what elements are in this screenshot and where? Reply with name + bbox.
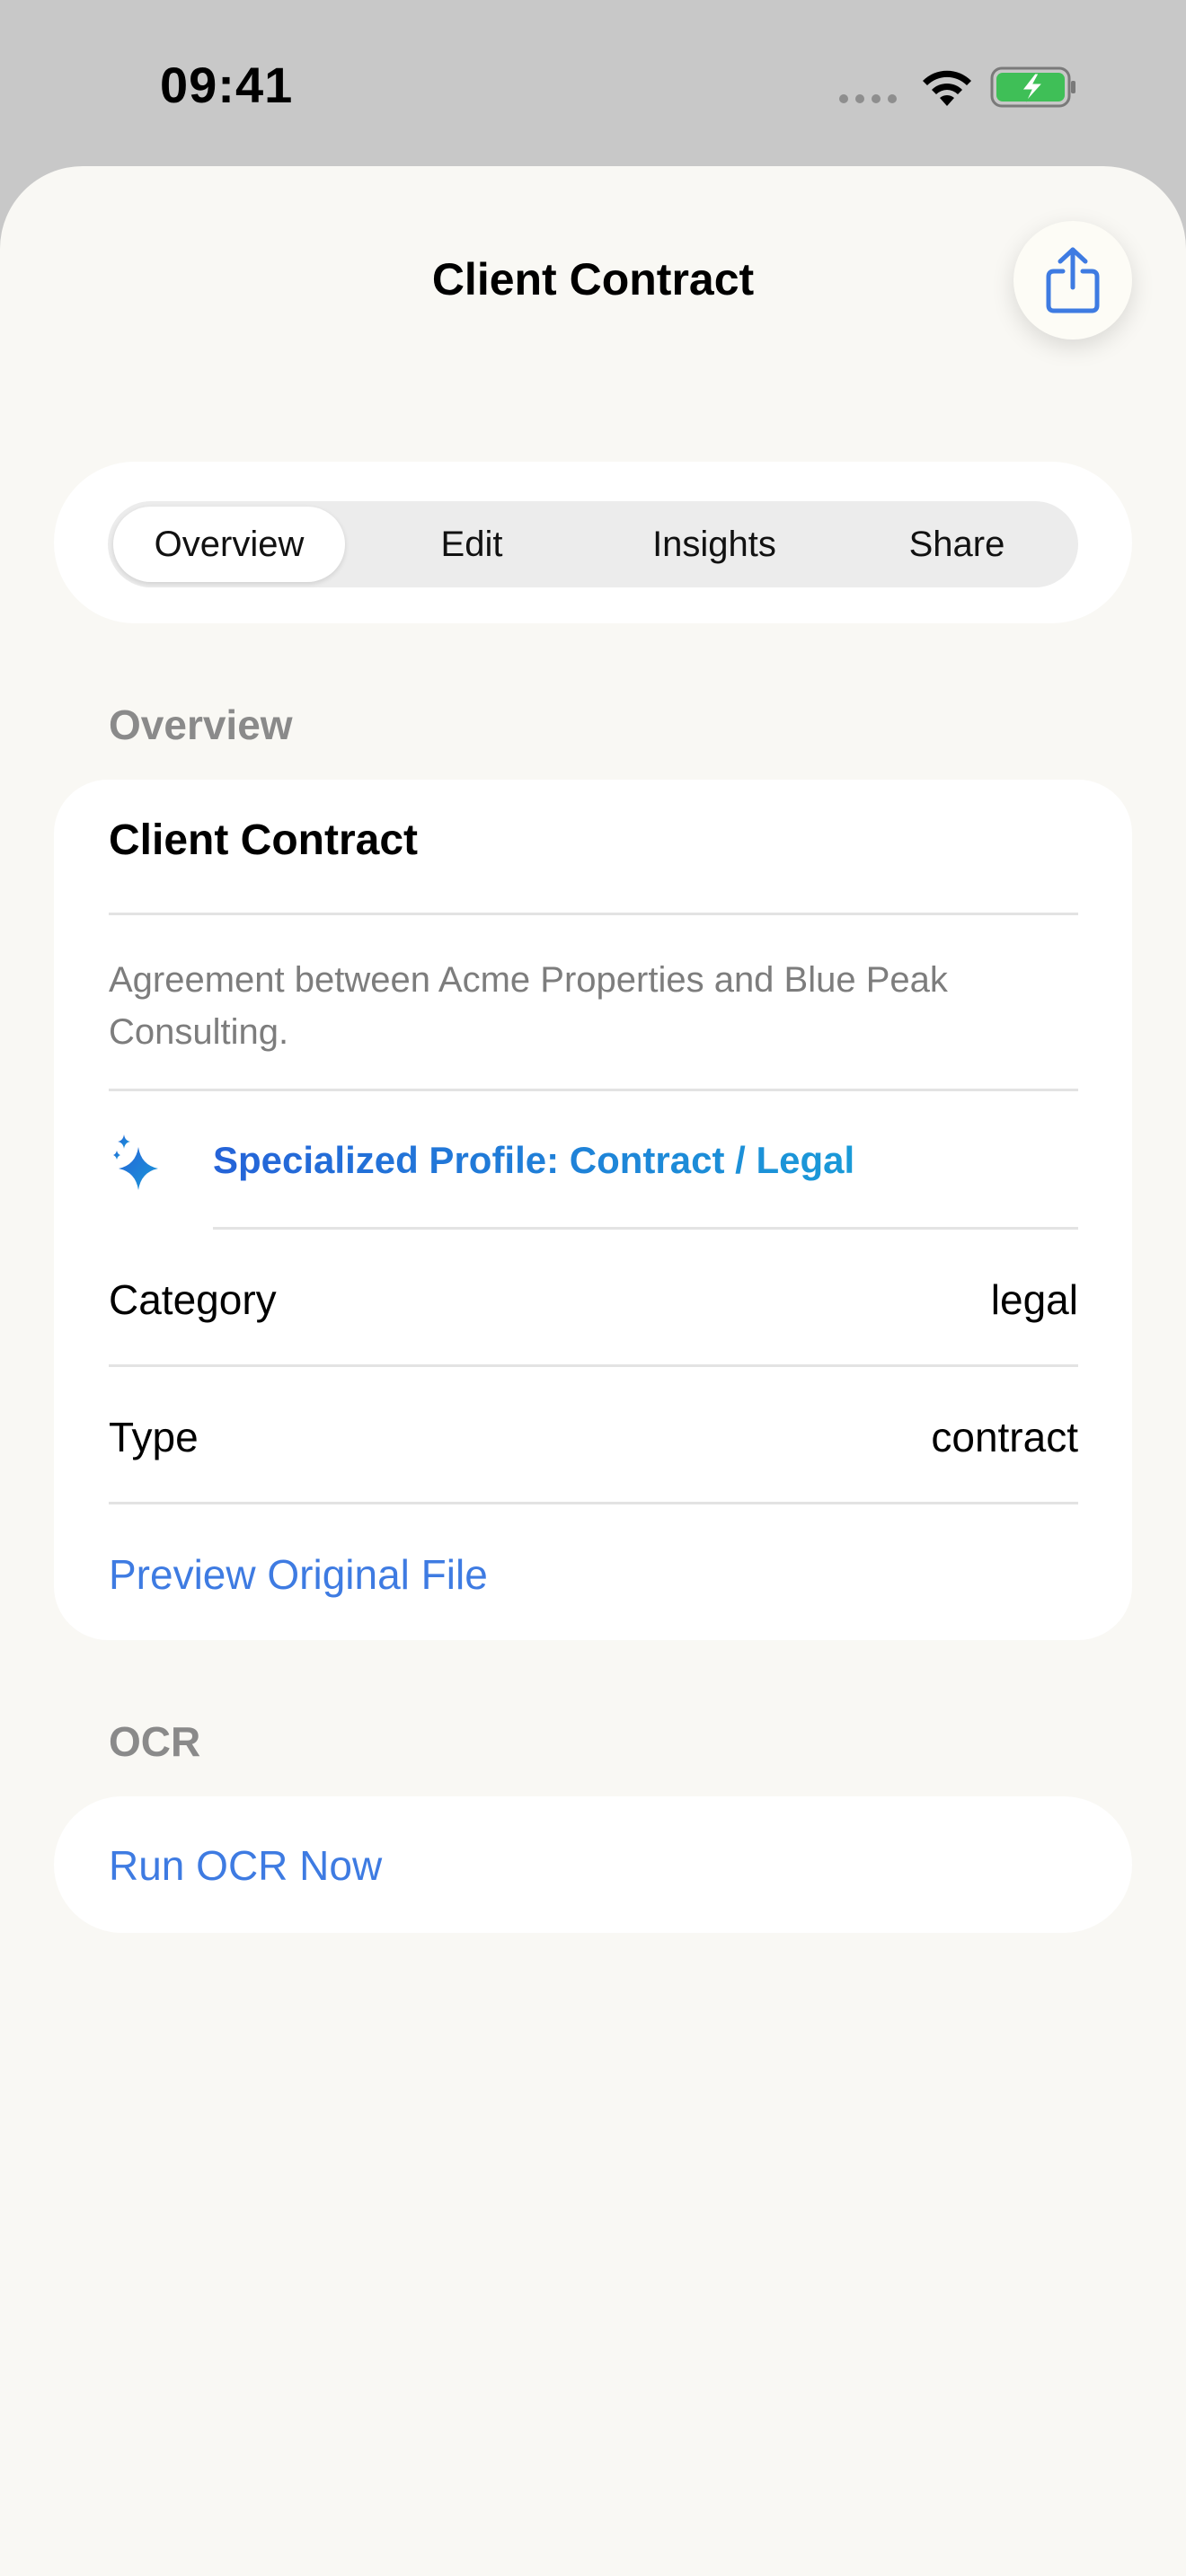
- category-label: Category: [109, 1276, 277, 1323]
- category-value: legal: [990, 1276, 1078, 1323]
- segmented-control-card: Overview Edit Insights Share: [54, 462, 1132, 623]
- tab-overview[interactable]: Overview: [113, 507, 345, 582]
- status-time: 09:41: [160, 57, 294, 113]
- tab-insights[interactable]: Insights: [598, 507, 830, 582]
- tab-share[interactable]: Share: [841, 507, 1073, 582]
- preview-original-file-button[interactable]: Preview Original File: [109, 1550, 488, 1599]
- type-label: Type: [109, 1414, 199, 1460]
- status-bar: 09:41: [0, 0, 1186, 171]
- tab-edit[interactable]: Edit: [356, 507, 588, 582]
- wifi-icon: [923, 70, 971, 106]
- divider: [109, 1502, 1078, 1504]
- segmented-control: Overview Edit Insights Share: [108, 501, 1078, 587]
- specialized-profile-link[interactable]: Specialized Profile: Contract / Legal: [213, 1139, 854, 1182]
- run-ocr-button[interactable]: Run OCR Now: [109, 1841, 382, 1890]
- document-title: Client Contract: [109, 816, 419, 864]
- overview-card: Client Contract Agreement between Acme P…: [54, 780, 1132, 1640]
- divider: [109, 913, 1078, 915]
- cellular-signal-icon: [839, 94, 897, 103]
- type-value: contract: [931, 1414, 1078, 1460]
- share-button[interactable]: [1013, 221, 1132, 340]
- document-description: Agreement between Acme Properties and Bl…: [109, 960, 948, 1052]
- battery-charging-icon: [990, 66, 1075, 108]
- sparkle-icon: [113, 1134, 158, 1190]
- page-title: Client Contract: [431, 254, 755, 304]
- ocr-card: Run OCR Now: [54, 1796, 1132, 1933]
- divider: [109, 1089, 1078, 1091]
- section-header-ocr: OCR: [109, 1718, 201, 1765]
- section-header-overview: Overview: [109, 701, 293, 748]
- share-icon: [1046, 247, 1100, 313]
- divider: [213, 1227, 1078, 1230]
- divider: [109, 1364, 1078, 1367]
